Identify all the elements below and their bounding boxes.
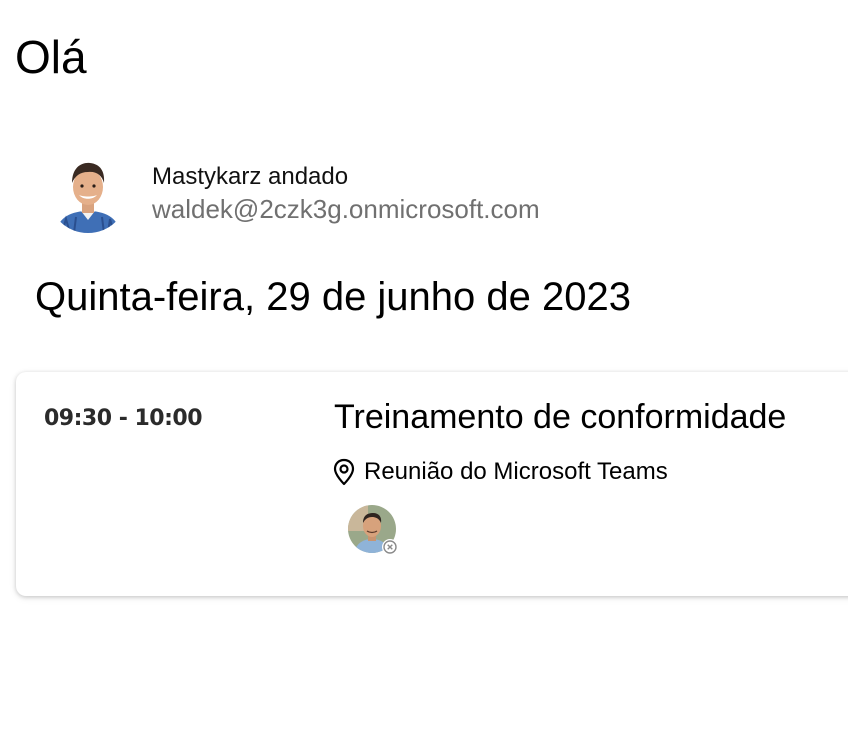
attendee-avatar[interactable]	[348, 505, 398, 555]
user-avatar	[48, 153, 128, 233]
event-title[interactable]: Treinamento de conformidade	[334, 396, 786, 438]
event-location: Reunião do Microsoft Teams	[332, 458, 668, 486]
location-pin-icon	[332, 458, 356, 486]
event-time: 09:30 - 10:00	[44, 406, 203, 431]
user-profile: Mastykarz andado waldek@2czk3g.onmicroso…	[48, 153, 540, 233]
event-card[interactable]: 09:30 - 10:00 Treinamento de conformidad…	[16, 372, 848, 596]
user-name: Mastykarz andado	[152, 163, 349, 190]
declined-status-icon	[382, 539, 398, 555]
date-heading: Quinta-feira, 29 de junho de 2023	[35, 275, 631, 319]
event-location-label: Reunião do Microsoft Teams	[364, 458, 668, 485]
greeting-heading: Olá	[15, 31, 87, 83]
user-email: waldek@2czk3g.onmicrosoft.com	[152, 194, 540, 224]
